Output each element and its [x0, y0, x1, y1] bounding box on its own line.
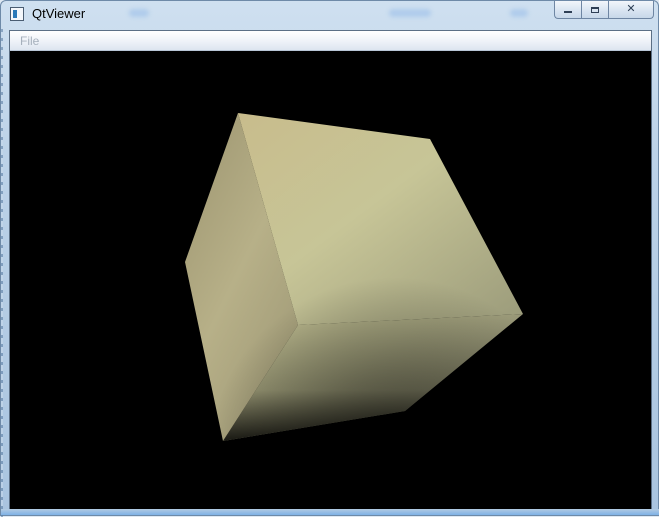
qt-app-icon[interactable]: [10, 7, 24, 21]
menu-bar: File: [10, 31, 651, 51]
title-bar[interactable]: QtViewer ✕: [1, 1, 658, 29]
background-blur-artifact: [389, 9, 431, 17]
minimize-button[interactable]: [554, 1, 581, 19]
background-window-edge: [1, 29, 3, 517]
close-icon: ✕: [626, 3, 636, 15]
cube-render: [185, 113, 523, 441]
menu-file[interactable]: File: [20, 34, 39, 48]
caption-buttons: ✕: [554, 1, 654, 20]
qtviewer-window: QtViewer ✕ File: [0, 0, 659, 517]
window-title: QtViewer: [32, 6, 86, 21]
maximize-button[interactable]: [581, 1, 608, 19]
background-blur-artifact: [510, 9, 528, 17]
background-blur-artifact: [129, 9, 149, 17]
minimize-icon: [564, 10, 572, 13]
maximize-icon: [591, 6, 599, 13]
opengl-viewport[interactable]: [10, 52, 651, 510]
client-area: File: [9, 30, 652, 511]
close-button[interactable]: ✕: [608, 1, 654, 19]
window-bottom-border: [1, 509, 659, 515]
cube-shadow-gradient: [185, 113, 523, 441]
